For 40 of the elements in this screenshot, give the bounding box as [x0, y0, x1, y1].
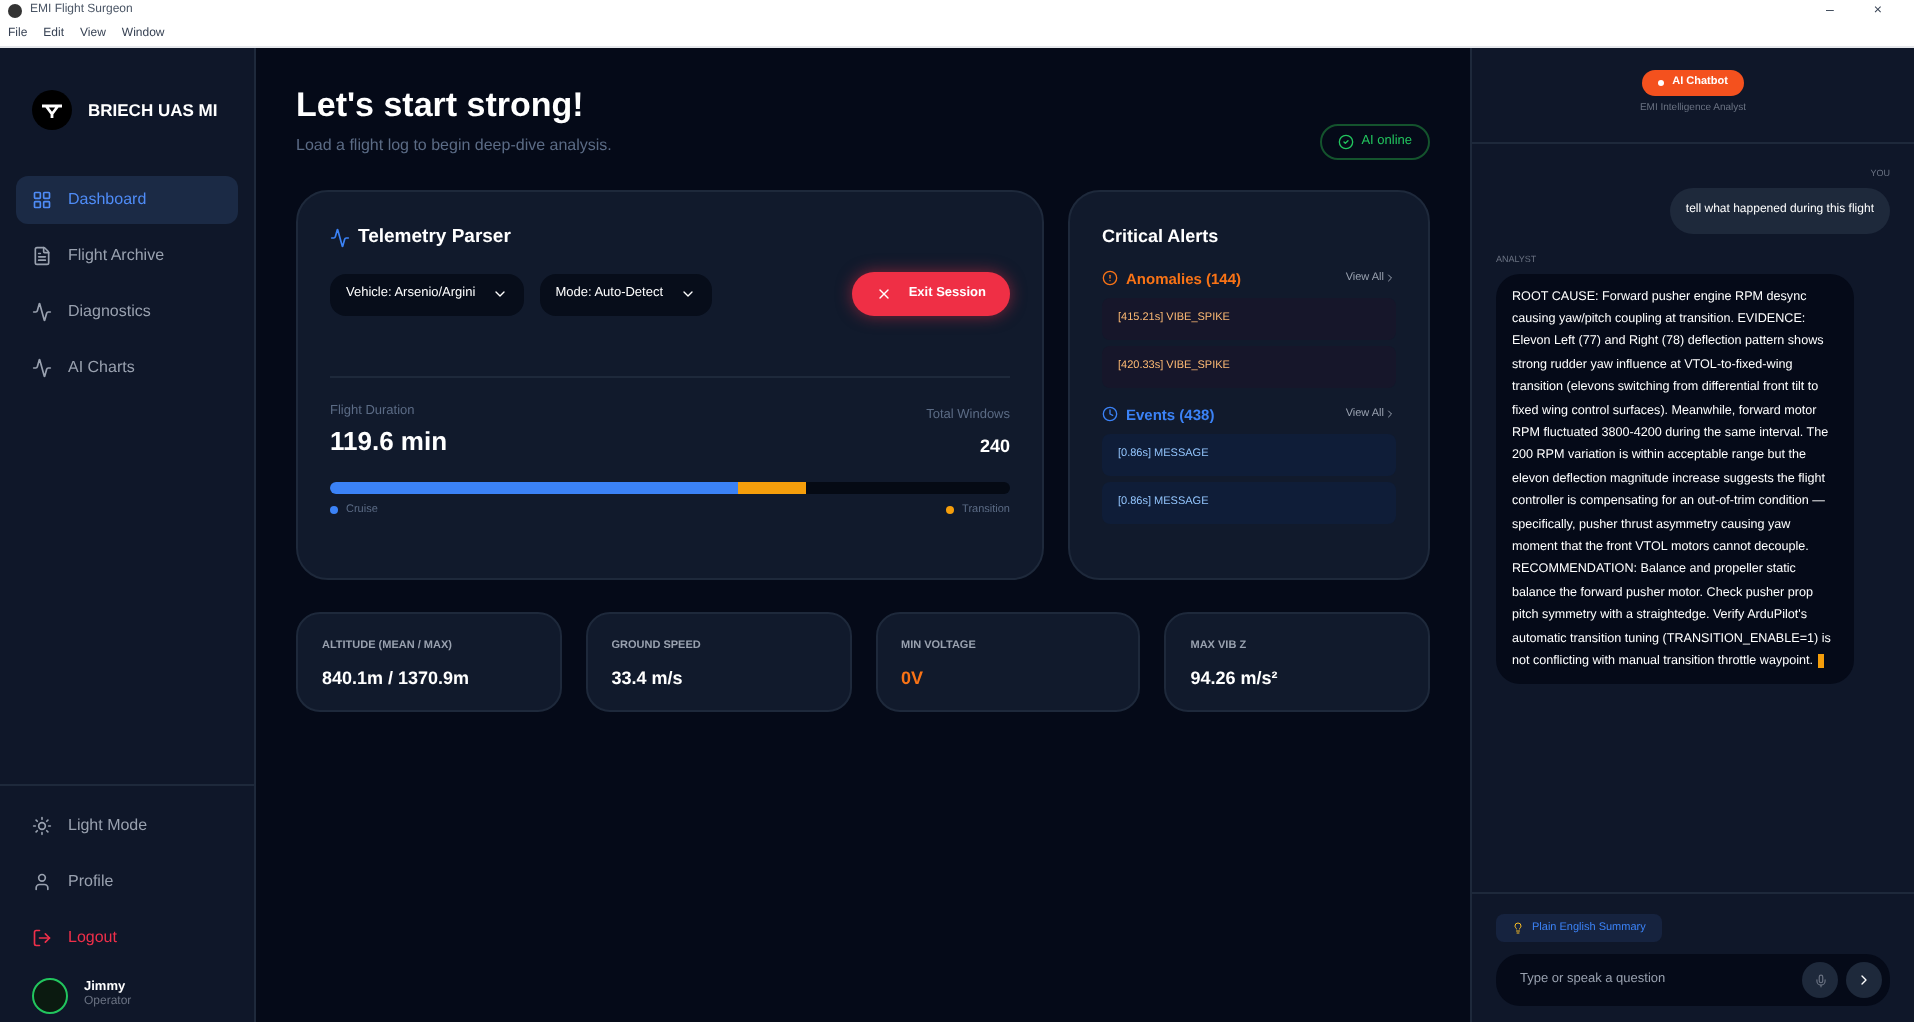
page-title: Let's start strong!: [296, 84, 586, 127]
page-subtitle: Load a flight log to begin deep-dive analysis.: [296, 134, 612, 159]
microphone-icon: [1813, 973, 1827, 987]
sun-icon: [32, 816, 52, 836]
nav-item[interactable]: AI Charts: [16, 344, 238, 392]
card-title: Telemetry Parser: [358, 224, 511, 252]
drone-logo-icon: [32, 90, 72, 130]
send-button[interactable]: [1846, 962, 1882, 998]
pulse-icon: [32, 358, 52, 378]
pulse-icon: [330, 228, 350, 249]
card-title: Critical Alerts: [1102, 224, 1221, 250]
nav-item[interactable]: Dashboard: [16, 176, 238, 224]
duration-value: 119.6 min: [330, 424, 448, 460]
document-icon: [32, 246, 52, 266]
stat-value: 0V: [901, 666, 926, 693]
windows-value: 240: [979, 434, 1010, 460]
stat-value: 840.1m / 1370.9m: [322, 666, 472, 693]
sidebar-action[interactable]: Profile: [16, 858, 238, 906]
chevron-icon: [1384, 408, 1396, 421]
logout-icon: [32, 928, 52, 948]
alert-icon: [1102, 270, 1118, 287]
close-icon: [876, 286, 893, 303]
avatar: [32, 978, 68, 1014]
user-icon: [32, 872, 52, 892]
grid-icon: [32, 190, 52, 210]
stat-value: 94.26 m/s²: [1190, 666, 1280, 693]
lightbulb-icon: [1512, 922, 1524, 934]
chevron-icon: [1384, 272, 1396, 285]
stat-value: 33.4 m/s: [611, 666, 685, 693]
check-icon: [1337, 134, 1354, 150]
nav-item[interactable]: Diagnostics: [16, 288, 238, 336]
chevron-icon: [1856, 972, 1872, 988]
pulse-icon: [32, 302, 52, 322]
microphone-button[interactable]: [1802, 962, 1838, 998]
clock-icon: [1102, 406, 1118, 423]
app-icon: [8, 3, 22, 17]
sidebar-action[interactable]: Light Mode: [16, 802, 238, 850]
brand-name: BRIECH UAS MI: [88, 97, 218, 123]
nav-item[interactable]: Flight Archive: [16, 232, 238, 280]
sidebar-action[interactable]: Logout: [16, 914, 238, 962]
